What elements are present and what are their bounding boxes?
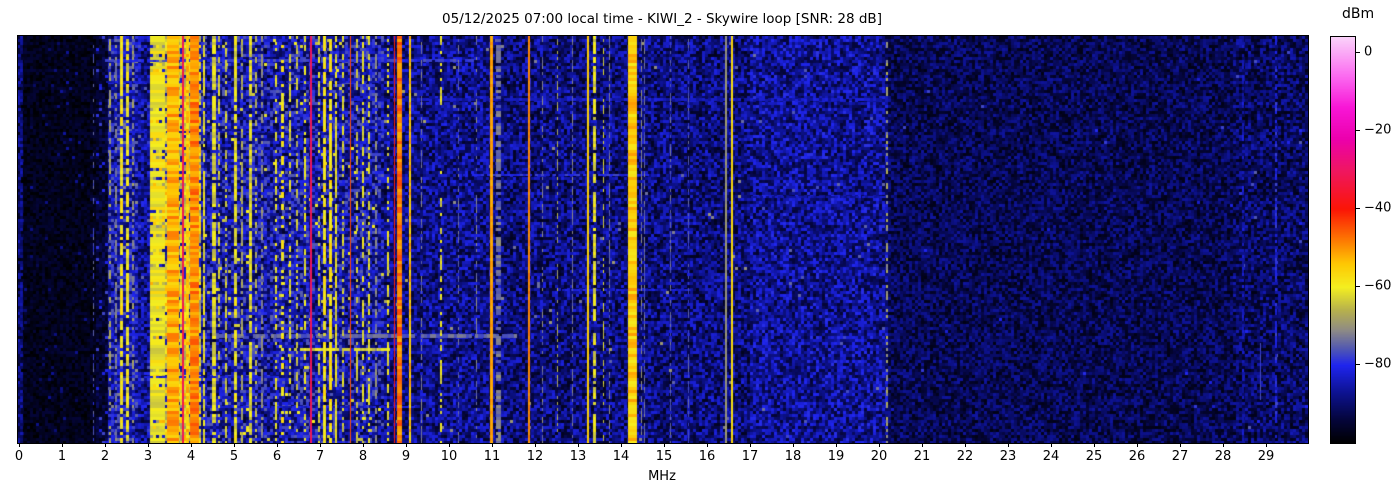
x-tick-mark bbox=[1180, 443, 1181, 447]
x-tick-mark bbox=[621, 443, 622, 447]
waterfall-plot-area bbox=[17, 35, 1309, 444]
colorbar-tick-label: −20 bbox=[1364, 122, 1391, 137]
spectrogram-figure: 05/12/2025 07:00 local time - KIWI_2 - S… bbox=[0, 0, 1400, 500]
x-tick-mark bbox=[1137, 443, 1138, 447]
x-tick-mark bbox=[1266, 443, 1267, 447]
x-tick-label: 7 bbox=[316, 449, 324, 464]
x-tick-label: 28 bbox=[1215, 449, 1232, 464]
x-tick-label: 22 bbox=[957, 449, 974, 464]
colorbar-gradient-canvas bbox=[1331, 37, 1355, 443]
x-tick-mark bbox=[277, 443, 278, 447]
colorbar-tick-label: −40 bbox=[1364, 200, 1391, 215]
x-tick-label: 3 bbox=[144, 449, 152, 464]
x-tick-label: 8 bbox=[359, 449, 367, 464]
x-tick-mark bbox=[191, 443, 192, 447]
x-tick-label: 1 bbox=[58, 449, 66, 464]
x-tick-mark bbox=[492, 443, 493, 447]
x-tick-label: 18 bbox=[785, 449, 802, 464]
x-tick-mark bbox=[1223, 443, 1224, 447]
colorbar-tick-label: −60 bbox=[1364, 278, 1391, 293]
x-tick-label: 25 bbox=[1086, 449, 1103, 464]
x-tick-label: 2 bbox=[101, 449, 109, 464]
colorbar-tick-label: −80 bbox=[1364, 356, 1391, 371]
x-tick-label: 13 bbox=[570, 449, 587, 464]
colorbar-tick-mark bbox=[1356, 208, 1360, 209]
x-tick-mark bbox=[1094, 443, 1095, 447]
x-tick-mark bbox=[105, 443, 106, 447]
x-tick-label: 17 bbox=[742, 449, 759, 464]
plot-title: 05/12/2025 07:00 local time - KIWI_2 - S… bbox=[17, 11, 1307, 27]
x-tick-label: 14 bbox=[613, 449, 630, 464]
x-tick-label: 5 bbox=[230, 449, 238, 464]
x-tick-mark bbox=[535, 443, 536, 447]
x-tick-mark bbox=[320, 443, 321, 447]
x-tick-label: 6 bbox=[273, 449, 281, 464]
colorbar bbox=[1330, 36, 1356, 444]
x-tick-label: 4 bbox=[187, 449, 195, 464]
x-tick-label: 15 bbox=[656, 449, 673, 464]
x-tick-mark bbox=[922, 443, 923, 447]
x-tick-label: 16 bbox=[699, 449, 716, 464]
x-tick-label: 11 bbox=[484, 449, 501, 464]
colorbar-tick-label: 0 bbox=[1364, 44, 1372, 59]
x-tick-mark bbox=[406, 443, 407, 447]
x-tick-label: 29 bbox=[1258, 449, 1275, 464]
x-tick-mark bbox=[363, 443, 364, 447]
x-tick-mark bbox=[62, 443, 63, 447]
x-tick-label: 24 bbox=[1043, 449, 1060, 464]
x-tick-mark bbox=[664, 443, 665, 447]
x-tick-mark bbox=[1008, 443, 1009, 447]
x-tick-mark bbox=[879, 443, 880, 447]
x-tick-mark bbox=[1051, 443, 1052, 447]
x-tick-mark bbox=[836, 443, 837, 447]
x-tick-mark bbox=[234, 443, 235, 447]
x-tick-mark bbox=[578, 443, 579, 447]
x-tick-label: 10 bbox=[441, 449, 458, 464]
x-tick-mark bbox=[965, 443, 966, 447]
x-tick-label: 19 bbox=[828, 449, 845, 464]
x-tick-mark bbox=[750, 443, 751, 447]
colorbar-tick-mark bbox=[1356, 130, 1360, 131]
x-axis-label: MHz bbox=[17, 469, 1307, 484]
x-tick-label: 9 bbox=[402, 449, 410, 464]
x-tick-mark bbox=[707, 443, 708, 447]
x-tick-mark bbox=[449, 443, 450, 447]
waterfall-canvas bbox=[18, 36, 1308, 443]
colorbar-tick-mark bbox=[1356, 52, 1360, 53]
x-tick-label: 23 bbox=[1000, 449, 1017, 464]
x-tick-label: 27 bbox=[1172, 449, 1189, 464]
colorbar-tick-mark bbox=[1356, 286, 1360, 287]
x-tick-label: 26 bbox=[1129, 449, 1146, 464]
x-tick-label: 0 bbox=[15, 449, 23, 464]
x-tick-label: 12 bbox=[527, 449, 544, 464]
colorbar-unit-label: dBm bbox=[1342, 6, 1374, 22]
x-tick-mark bbox=[19, 443, 20, 447]
x-tick-mark bbox=[793, 443, 794, 447]
x-tick-label: 21 bbox=[914, 449, 931, 464]
x-tick-label: 20 bbox=[871, 449, 888, 464]
x-tick-mark bbox=[148, 443, 149, 447]
colorbar-tick-mark bbox=[1356, 364, 1360, 365]
